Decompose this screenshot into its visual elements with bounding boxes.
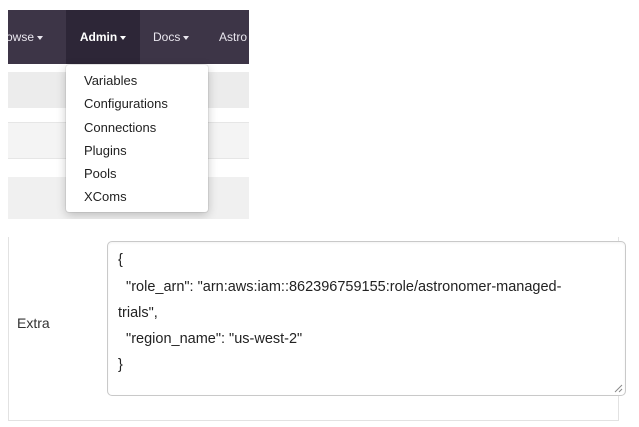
menu-item-configurations[interactable]: Configurations <box>84 96 168 111</box>
menu-item-xcoms[interactable]: XComs <box>84 189 127 204</box>
menu-item-connections[interactable]: Connections <box>84 120 156 135</box>
extra-line: trials", <box>118 305 158 321</box>
nav-docs-label: Docs <box>153 30 181 44</box>
extra-field-label: Extra <box>17 315 50 331</box>
extra-line: "role_arn": "arn:aws:iam::862396759155:r… <box>118 279 562 295</box>
extra-line: { <box>118 252 123 268</box>
resize-grip-icon[interactable] <box>614 384 623 393</box>
nav-admin-label: Admin <box>79 30 118 44</box>
extra-field-row: Extra { "role_arn": "arn:aws:iam::862396… <box>8 237 626 421</box>
caret-down-icon <box>37 35 44 40</box>
nav-astro-label: Astro <box>219 30 248 44</box>
caret-down-icon <box>183 35 190 40</box>
admin-dropdown-menu: Variables Configurations Connections Plu… <box>66 65 208 212</box>
nav-admin[interactable]: Admin <box>66 10 140 64</box>
nav-docs[interactable]: Docs <box>153 10 203 64</box>
nav-astro[interactable]: Astro <box>219 10 249 64</box>
menu-item-pools[interactable]: Pools <box>84 166 117 181</box>
nav-browse-label: rowse <box>8 30 35 44</box>
navbar: rowse Admin Docs Astro <box>8 10 249 64</box>
caret-down-icon <box>120 35 127 40</box>
extra-textarea[interactable]: { "role_arn": "arn:aws:iam::862396759155… <box>107 241 626 396</box>
extra-line: "region_name": "us-west-2" <box>118 331 303 347</box>
menu-item-variables[interactable]: Variables <box>84 73 137 88</box>
navbar-crop: rowse Admin Docs Astro Variables Configu… <box>8 10 249 219</box>
nav-browse[interactable]: rowse <box>8 10 65 64</box>
menu-item-plugins[interactable]: Plugins <box>84 143 127 158</box>
extra-line: } <box>118 357 123 373</box>
